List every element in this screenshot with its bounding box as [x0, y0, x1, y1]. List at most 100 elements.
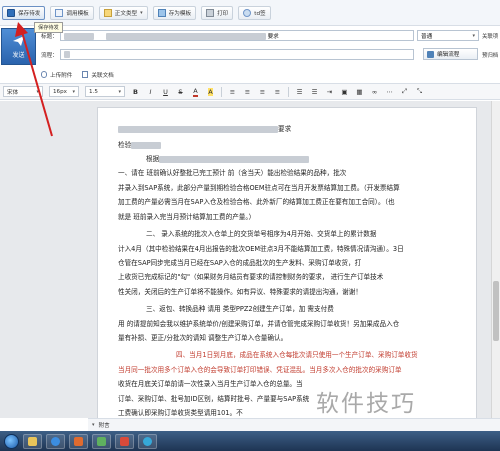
- related-doc-button[interactable]: 关联文档: [82, 71, 114, 79]
- redacted-text: [64, 33, 94, 40]
- sign-label: td签: [254, 10, 266, 17]
- upload-attachment-button[interactable]: 上传附件: [41, 71, 72, 79]
- pre-archive-label[interactable]: 预归档: [482, 51, 498, 59]
- doc-type-label: 正文类型: [114, 10, 138, 17]
- attachment-footer[interactable]: ▾ 附言: [88, 418, 500, 431]
- redacted-text: [105, 33, 266, 40]
- mail-icon: [97, 436, 106, 446]
- doc-line: 量有补损、更正/分批次的请知 调整生产订单入仓量确认。: [118, 334, 288, 342]
- redacted-text: [159, 155, 310, 163]
- font-color-icon[interactable]: A: [191, 87, 200, 97]
- doc-line: 二、 录入系统的批次入仓单上的交货单号相序为4月开始、交货单上的累计数据: [146, 230, 377, 238]
- call-template-button[interactable]: 调用模板: [50, 5, 94, 20]
- compose-header: 发送 标题： 要求 普通 ▾ 关联项 流程： 编辑流程 预归档: [0, 27, 500, 67]
- more-icon[interactable]: ⋯: [385, 87, 394, 97]
- doc-line: 工费确认即采购订单收货类型请用101。不: [118, 409, 243, 417]
- chevron-down-icon: ▾: [118, 88, 121, 95]
- print-button[interactable]: 打印: [201, 5, 234, 20]
- title-input[interactable]: 要求: [60, 30, 414, 41]
- indent-icon[interactable]: ⇥: [325, 87, 334, 97]
- font-family-value: 宋体: [7, 89, 19, 96]
- align-left-icon[interactable]: ≡: [228, 87, 237, 97]
- taskbar-app-chat[interactable]: [138, 433, 157, 449]
- template-icon: [55, 8, 64, 17]
- flow-input[interactable]: [60, 49, 414, 60]
- send-button[interactable]: 发送: [1, 28, 36, 65]
- doc-line: 收货在月底关订单前请一次性录入当月生产订单入仓的总量。当: [118, 380, 303, 388]
- doc-line: 性关闭，关闭后的生产订单将不能操作。如有异议、特殊要求的请提出沟通，谢谢！: [118, 288, 362, 296]
- ordered-list-icon[interactable]: ☰: [295, 87, 304, 97]
- doc-line: 一、请在 班前确认好整批已完工预计 前（含当天）能出检验结果的品种，批次: [118, 169, 347, 177]
- related-item-label[interactable]: 关联项: [482, 32, 498, 40]
- font-size-value: 16px: [53, 88, 67, 95]
- doc-line: 加工费的产量必需当月在SAP入仓及检验合格、此外新厂的结算加工费正在要有加工合同…: [118, 198, 395, 206]
- watermark: 软件技巧: [316, 391, 416, 417]
- doc-line: 仓管在SAP同步完成当月已经在SAP入仓的成品批次的生产发料、采购订单收货，打: [118, 259, 362, 267]
- taskbar-app-browser[interactable]: [46, 433, 65, 449]
- doc-type-button[interactable]: 正文类型 ▾: [98, 5, 148, 20]
- edit-flow-button[interactable]: 编辑流程: [423, 48, 478, 60]
- doc-type-icon: [103, 8, 112, 17]
- underline-button[interactable]: U: [161, 87, 170, 97]
- media-icon: [74, 436, 83, 446]
- taskbar-app-mail[interactable]: [92, 433, 111, 449]
- save-as-template-button[interactable]: 存为模板: [152, 5, 197, 20]
- send-label: 发送: [12, 51, 25, 59]
- line-height-value: 1.5: [89, 88, 98, 95]
- print-label: 打印: [217, 10, 229, 17]
- scrollbar-thumb[interactable]: [493, 281, 499, 341]
- attachment-footer-label: 附言: [98, 423, 110, 429]
- toolbar-divider: [288, 86, 289, 97]
- editor-scrollbar[interactable]: [491, 101, 500, 418]
- table-icon[interactable]: ▦: [355, 87, 364, 97]
- line-height-select[interactable]: 1.5 ▾: [85, 86, 125, 97]
- image-icon[interactable]: ▣: [340, 87, 349, 97]
- font-size-select[interactable]: 16px ▾: [49, 86, 79, 97]
- title-value: 要求: [267, 34, 279, 40]
- doc-line: 三、返包、转换品种 请用 类型PPZ2创建生产订单，加 需支付费: [146, 305, 334, 313]
- doc-line: 要求: [118, 123, 291, 133]
- sign-button[interactable]: td签: [238, 5, 271, 20]
- attachment-row: 上传附件 关联文档: [0, 68, 500, 81]
- taskbar-app-explorer[interactable]: [23, 433, 42, 449]
- save-draft-button[interactable]: 保存待发: [2, 5, 46, 20]
- doc-line: 检验: [118, 139, 162, 149]
- taskbar-app-office[interactable]: [115, 433, 134, 449]
- folder-icon: [28, 436, 37, 446]
- unordered-list-icon[interactable]: ☰: [310, 87, 319, 97]
- bold-button[interactable]: B: [131, 87, 140, 97]
- save-as-template-icon: [157, 8, 166, 17]
- chat-icon: [143, 436, 152, 446]
- main-toolbar: 保存待发 调用模板 正文类型 ▾ 存为模板 打印 td签: [0, 0, 500, 26]
- paperclip-icon: [41, 71, 47, 78]
- highlight-icon[interactable]: A: [206, 87, 215, 97]
- doc-line: 用 的请提前知会我以维护系统单价/创建采购订单，并请仓管完成采购订单收货！另加果…: [118, 320, 400, 328]
- related-doc-label: 关联文档: [91, 72, 114, 79]
- office-icon: [120, 436, 129, 446]
- taskbar-app-media[interactable]: [69, 433, 88, 449]
- link-icon[interactable]: ∞: [370, 87, 379, 97]
- save-draft-tooltip: 保存待发: [34, 22, 63, 33]
- save-icon: [7, 8, 15, 17]
- strikethrough-icon[interactable]: S: [176, 87, 185, 97]
- redacted-text: [64, 51, 70, 58]
- justify-icon[interactable]: ≡: [273, 87, 282, 97]
- flow-label: 流程：: [41, 53, 58, 59]
- fullscreen-icon[interactable]: ⤢: [400, 87, 409, 97]
- align-right-icon[interactable]: ≡: [258, 87, 267, 97]
- font-family-select[interactable]: 宋体 ▾: [3, 86, 43, 97]
- doc-line: 上收货已完成标记的"勾"（如果财务月结员有要求的请控制财务的要求， 进行生产订单…: [118, 273, 384, 281]
- chevron-down-icon: ▾: [472, 32, 475, 39]
- save-draft-label: 保存待发: [18, 10, 41, 17]
- expand-icon[interactable]: ⤡: [415, 87, 424, 97]
- start-button[interactable]: [4, 433, 19, 449]
- priority-select[interactable]: 普通 ▾: [417, 30, 479, 41]
- italic-button[interactable]: I: [146, 87, 155, 97]
- format-toolbar: 宋体 ▾ 16px ▾ 1.5 ▾ B I U S A A ≡ ≡ ≡ ≡ ☰ …: [0, 83, 500, 100]
- redacted-text: [131, 141, 162, 149]
- title-label: 标题：: [41, 34, 58, 40]
- save-as-template-label: 存为模板: [168, 10, 192, 17]
- edit-flow-label: 编辑流程: [437, 52, 460, 58]
- align-center-icon[interactable]: ≡: [243, 87, 252, 97]
- chevron-down-icon: ▾: [36, 88, 39, 95]
